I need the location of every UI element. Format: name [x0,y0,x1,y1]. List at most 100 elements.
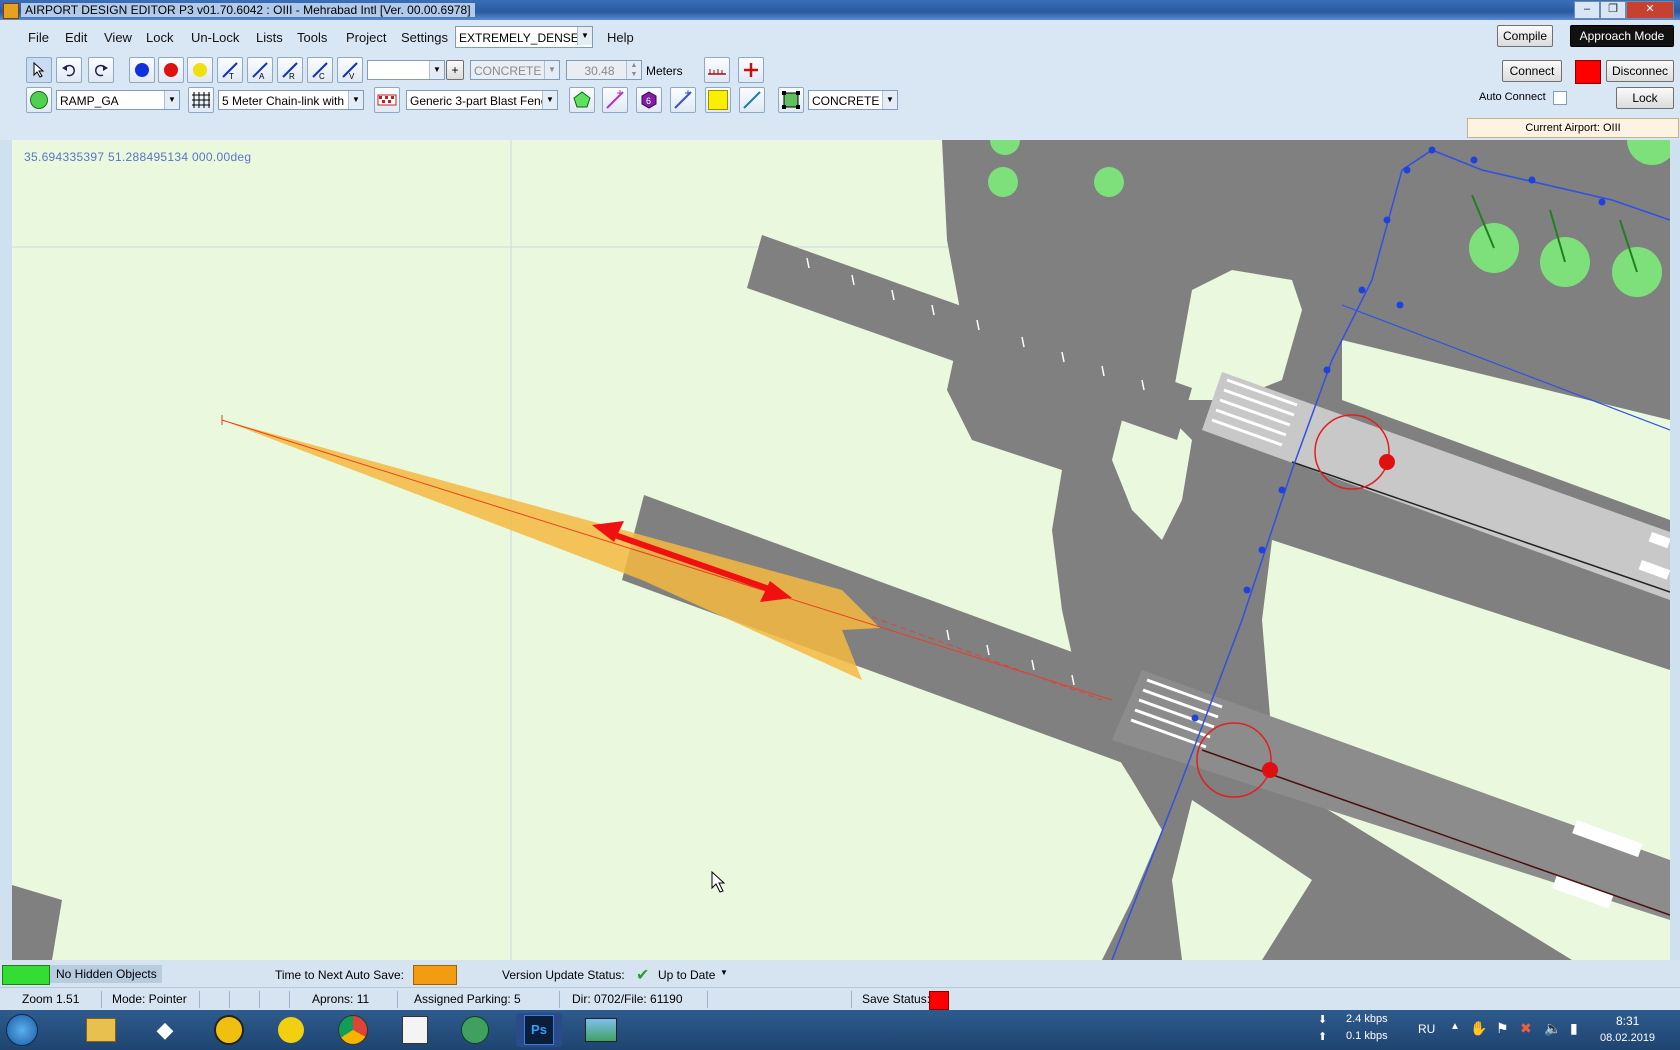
fence-type-select[interactable]: 5 Meter Chain-link with be ▼ [218,90,364,110]
chevron-down-icon: ▼ [544,61,559,79]
vehicle-line-tool[interactable]: V [337,57,363,83]
blast-fence-value: Generic 3-part Blast Fence [410,94,554,108]
menu-unlock[interactable]: Un-Lock [191,30,239,45]
fence-tool[interactable] [188,87,214,113]
apron-line-tool[interactable]: A [247,57,273,83]
blast-fence-tool[interactable] [374,87,400,113]
version-status-value[interactable]: Up to Date [658,968,715,982]
taskbar-image-viewer[interactable] [578,1013,624,1047]
taxi-line-tool[interactable]: T [217,57,243,83]
connect-button[interactable]: Connect [1502,60,1562,82]
globe-icon [461,1016,489,1044]
empty-status-cell [264,991,290,1008]
network-icon[interactable]: ▮ [1570,1020,1578,1037]
disconnect-button[interactable]: Disconnec [1606,60,1674,82]
density-select[interactable]: EXTREMELY_DENSE ▼ [455,26,593,48]
tray-expand-icon[interactable]: ▲ [1450,1021,1460,1032]
taskbar: ◆ Ps ⬇ ⬆ 2.4 kbps 0.1 kbps RU ▲ ✋ ⚑ ✖ 🔈 … [0,1010,1680,1050]
auto-save-indicator [413,965,457,985]
runway-line-tool[interactable]: R [277,57,303,83]
menu-file[interactable]: File [28,30,49,45]
blast-fence-select[interactable]: Generic 3-part Blast Fence ▼ [406,90,558,110]
chevron-down-icon[interactable]: ▼ [720,968,728,977]
clock-time[interactable]: 8:31 [1616,1014,1639,1028]
pointer-tool[interactable] [26,57,52,83]
compile-button[interactable]: Compile [1497,25,1553,47]
apron-square-icon [782,91,800,109]
clock-date[interactable]: 08.02.2019 [1600,1032,1655,1044]
dir-file-info: Dir: 0702/File: 61190 [568,991,708,1008]
hidden-objects-label[interactable]: No Hidden Objects [50,965,162,983]
edge-light-tool[interactable] [602,87,628,113]
taskbar-airport-editor[interactable] [452,1013,498,1047]
menu-lock[interactable]: Lock [146,30,173,45]
maximize-button[interactable]: ❐ [1600,1,1626,19]
chrome-icon [338,1015,368,1045]
taxi-sign-tool[interactable] [739,87,765,113]
add-button[interactable]: + [446,60,464,80]
hazard-icon [214,1015,244,1045]
app-icon [3,3,19,19]
picture-icon [585,1018,617,1042]
taskbar-app-fox[interactable]: ◆ [142,1013,188,1047]
arrow-down-icon: ⬇ [1318,1014,1328,1026]
volume-icon[interactable]: 🔈 [1544,1020,1561,1037]
map-canvas[interactable] [12,140,1670,960]
red-node-tool[interactable] [158,57,184,83]
taskbar-chrome[interactable] [330,1013,376,1047]
blue-node-tool[interactable] [129,57,155,83]
start-button[interactable] [2,1013,42,1047]
taskbar-explorer[interactable] [78,1013,124,1047]
width-value: 30.48 [584,64,615,78]
redo-button[interactable] [88,57,114,83]
empty-status-cell [204,991,230,1008]
apron-tool[interactable] [778,87,804,113]
language-indicator[interactable]: RU [1418,1022,1435,1036]
version-status-label: Version Update Status: [502,968,625,982]
folder-icon [86,1018,116,1042]
yellow-fill-tool[interactable] [705,87,731,113]
menu-edit[interactable]: Edit [65,30,87,45]
surface-select[interactable]: CONCRETE ▼ [470,60,560,80]
lock-button[interactable]: Lock [1616,87,1674,109]
apron-surface-select[interactable]: CONCRETE ▼ [808,90,898,110]
coordinates-readout: 35.694335397 51.288495134 000.00deg [24,150,252,164]
taskbar-notepad[interactable] [392,1013,438,1047]
flag-icon[interactable]: ⚑ [1496,1020,1509,1037]
minimize-button[interactable]: – [1574,1,1600,19]
taskbar-app-warning[interactable] [206,1013,252,1047]
arrow-up-icon: ⬆ [1318,1031,1328,1043]
menu-view[interactable]: View [104,30,132,45]
polygon-tool[interactable] [569,87,595,113]
window-title: AIRPORT DESIGN EDITOR P3 v01.70.6042 : O… [21,3,475,17]
diagonal-line-icon [743,91,761,109]
auto-connect-checkbox[interactable] [1553,91,1567,105]
width-stepper[interactable]: 30.48 ▲ ▼ [566,60,642,80]
menu-project[interactable]: Project [346,30,386,45]
hex-object-tool[interactable]: 6 [636,87,662,113]
parking-tool[interactable] [26,87,52,113]
taskbar-photoshop[interactable]: Ps [516,1013,562,1047]
mode-indicator: Mode: Pointer [108,991,200,1008]
line-letter-v: V [349,72,355,80]
tray-tool-icon[interactable]: ✖ [1520,1020,1532,1037]
close-button[interactable]: ✕ [1626,1,1674,19]
menu-lists[interactable]: Lists [256,30,283,45]
menu-settings[interactable]: Settings [401,30,448,45]
yellow-dot-icon [193,63,207,77]
undo-button[interactable] [56,57,82,83]
measure-tool[interactable] [704,57,730,83]
menu-tools[interactable]: Tools [297,30,327,45]
tray-app-icon[interactable]: ✋ [1470,1020,1487,1037]
add-point-tool[interactable] [738,57,764,83]
menu-help[interactable]: Help [607,30,634,45]
parking-type-select[interactable]: RAMP_GA ▼ [56,90,180,110]
approach-mode-button[interactable]: Approach Mode [1570,25,1674,47]
yellow-node-tool[interactable] [187,57,213,83]
chevron-down-icon: ▼ [429,61,444,79]
boundary-line-tool[interactable] [670,87,696,113]
taskbar-media-player[interactable] [268,1013,314,1047]
closed-line-tool[interactable]: C [307,57,333,83]
airport-map[interactable] [12,140,1670,960]
line-type-select[interactable]: ▼ [367,60,445,80]
